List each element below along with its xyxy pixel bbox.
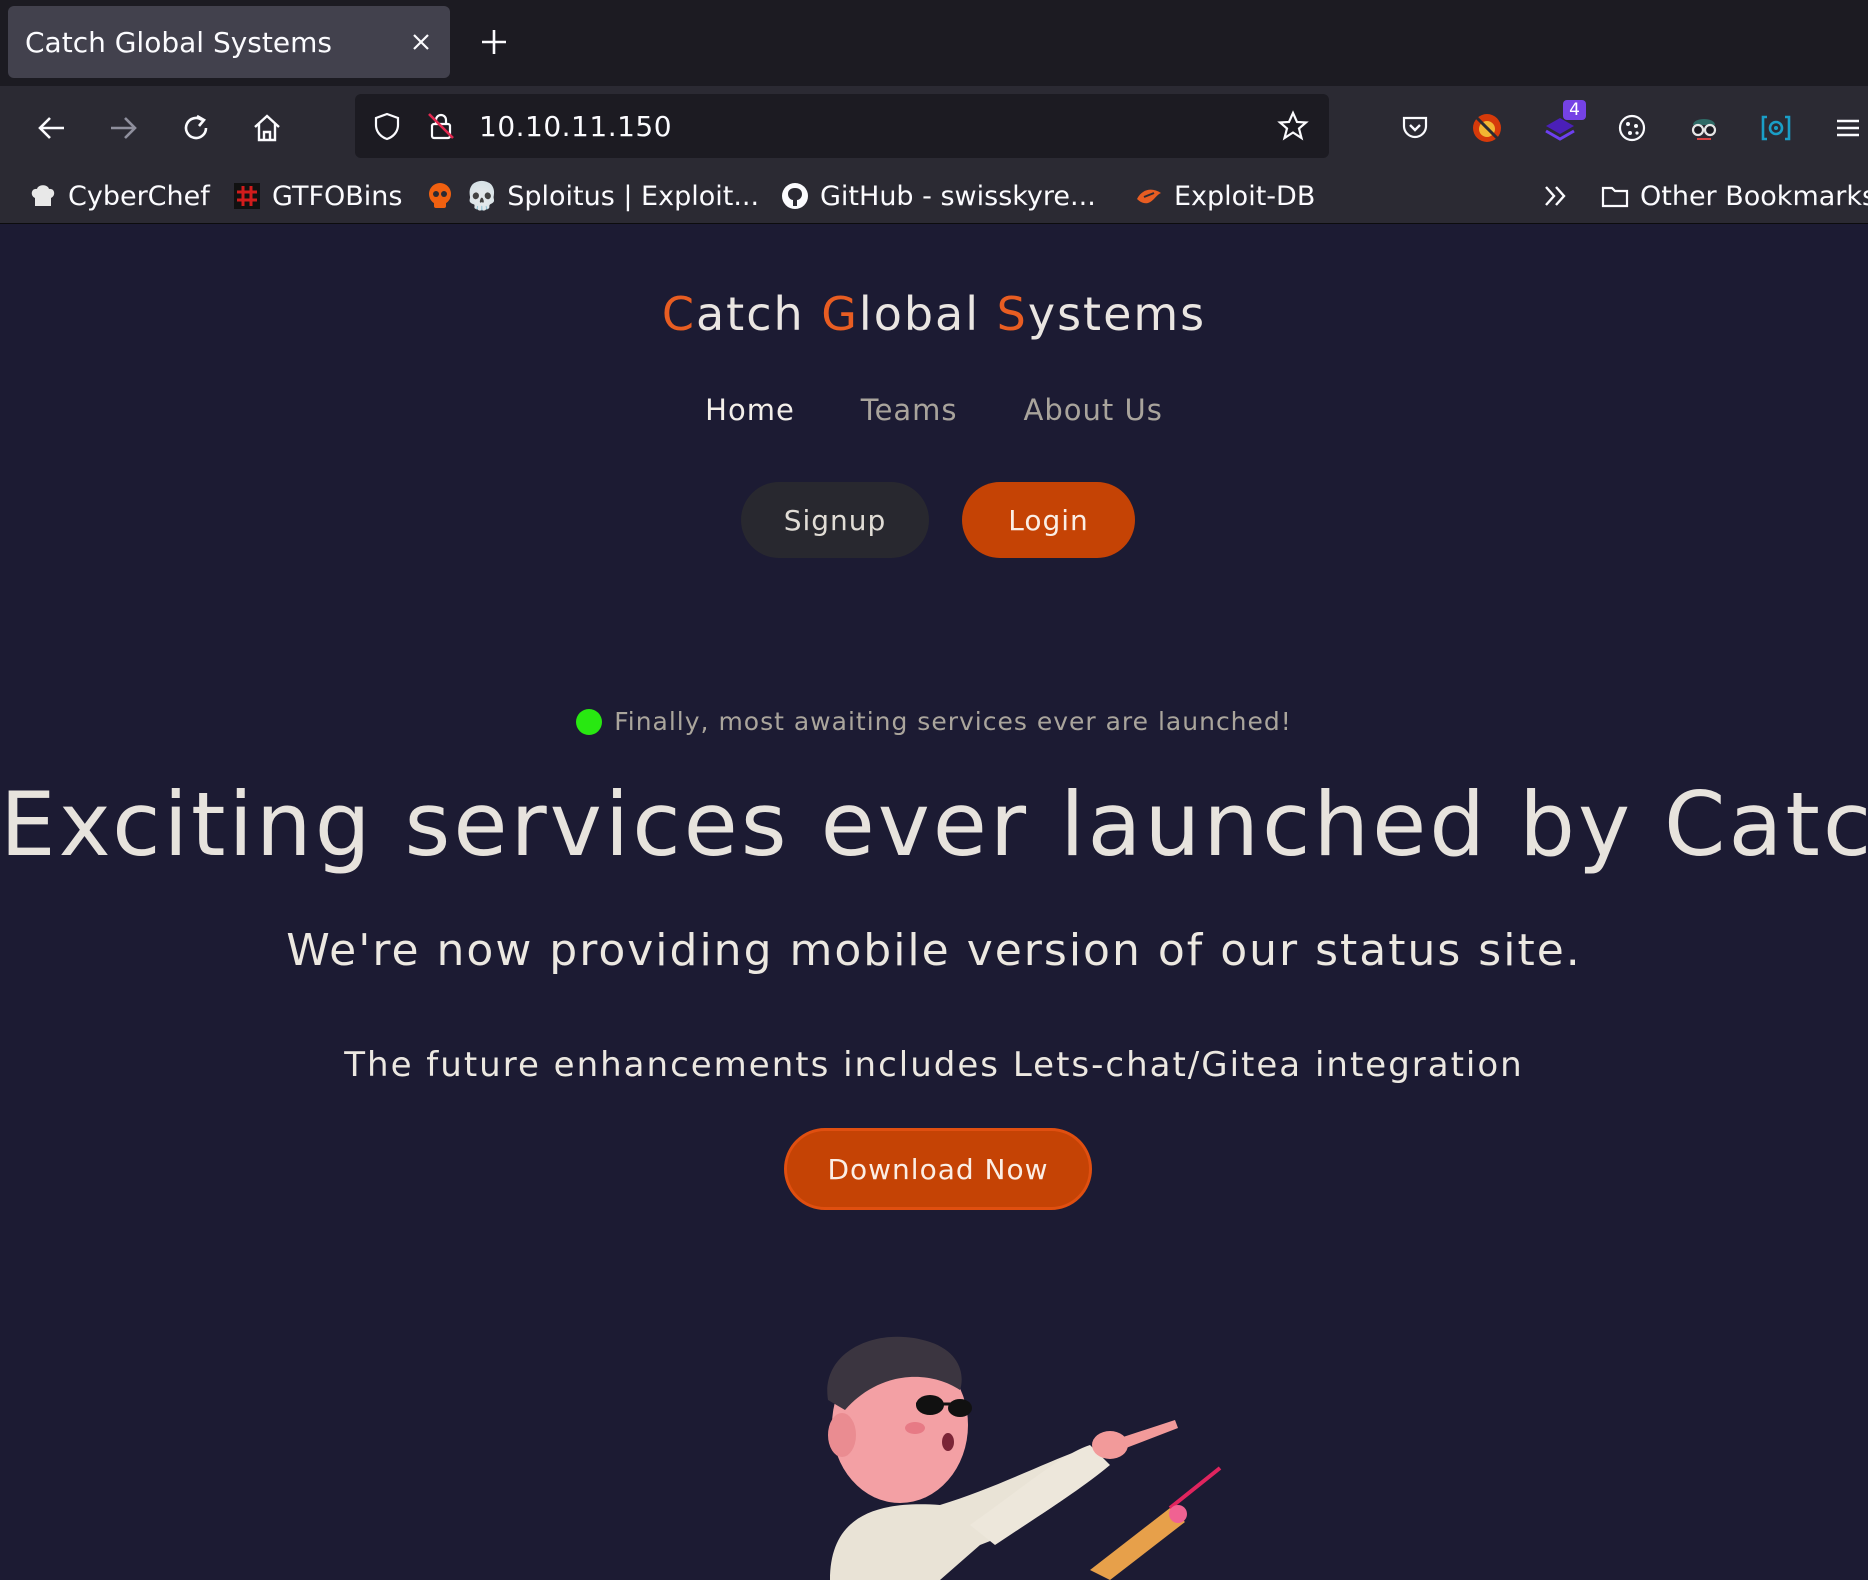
brand-word: lobal xyxy=(858,287,997,341)
pocket-icon[interactable] xyxy=(1391,104,1439,152)
bookmark-label: GTFOBins xyxy=(272,180,403,212)
navigation-toolbar: 10.10.11.150 4 xyxy=(0,86,1868,168)
hero-enhancements: The future enhancements includes Lets-ch… xyxy=(344,1045,1524,1085)
character-illustration xyxy=(827,1336,1222,1580)
new-tab-icon[interactable] xyxy=(474,22,514,62)
bookmarks-toolbar: CyberChef GTFOBins 💀 Sploitus | Exploit.… xyxy=(0,168,1868,224)
app-menu-icon[interactable] xyxy=(1824,104,1868,152)
skull-icon xyxy=(425,181,455,211)
wappalyzer-icon[interactable] xyxy=(1752,104,1800,152)
bookmark-sploitus[interactable]: 💀 Sploitus | Exploit... xyxy=(425,176,759,216)
tab-title: Catch Global Systems xyxy=(25,26,332,59)
reload-icon[interactable] xyxy=(172,104,220,152)
tracking-shield-icon[interactable] xyxy=(365,104,409,148)
status-dot xyxy=(576,708,603,735)
extension-stack-icon[interactable]: 4 xyxy=(1536,100,1586,152)
brand-word: atch xyxy=(695,287,822,341)
nav-about-us[interactable]: About Us xyxy=(1024,393,1163,427)
bookmark-gtfobins[interactable]: GTFOBins xyxy=(232,176,402,216)
cookie-icon[interactable] xyxy=(1608,104,1656,152)
bookmark-label: Exploit-DB xyxy=(1174,180,1316,212)
extension-badge: 4 xyxy=(1563,100,1586,120)
hero-title: Exciting services ever launched by Catch… xyxy=(0,773,1868,876)
gtfobins-icon xyxy=(232,181,262,211)
signup-button[interactable]: Signup xyxy=(741,482,929,558)
login-button[interactable]: Login xyxy=(962,482,1135,558)
hero-subtitle: We're now providing mobile version of ou… xyxy=(286,925,1582,976)
spy-glasses-icon[interactable] xyxy=(1680,104,1728,152)
forward-icon[interactable] xyxy=(99,104,147,152)
github-icon xyxy=(780,181,810,211)
bookmark-exploitdb[interactable]: Exploit-DB xyxy=(1134,176,1315,216)
exploitdb-icon xyxy=(1134,181,1164,211)
ublock-icon[interactable] xyxy=(1463,104,1511,152)
site-brand[interactable]: Catch Global Systems xyxy=(0,287,1868,341)
bookmark-github[interactable]: GitHub - swisskyre... xyxy=(780,176,1096,216)
other-bookmarks-label: Other Bookmarks xyxy=(1640,180,1868,212)
back-icon[interactable] xyxy=(28,104,76,152)
active-tab[interactable]: Catch Global Systems xyxy=(8,6,450,78)
download-now-button[interactable]: Download Now xyxy=(784,1128,1092,1210)
other-bookmarks[interactable]: Other Bookmarks xyxy=(1600,176,1868,216)
folder-icon xyxy=(1600,181,1630,211)
home-icon[interactable] xyxy=(243,104,291,152)
bookmark-star-icon[interactable] xyxy=(1271,104,1315,148)
site-nav: Home Teams About Us xyxy=(0,393,1868,427)
chef-hat-icon xyxy=(28,181,58,211)
insecure-lock-icon[interactable] xyxy=(419,104,463,148)
bookmark-label: GitHub - swisskyre... xyxy=(820,180,1096,212)
bookmark-label: CyberChef xyxy=(68,180,210,212)
tab-strip: Catch Global Systems xyxy=(0,0,1868,86)
brand-initial: S xyxy=(996,287,1028,341)
nav-teams[interactable]: Teams xyxy=(861,393,958,427)
launch-status: Finally, most awaiting services ever are… xyxy=(0,707,1868,736)
status-text: Finally, most awaiting services ever are… xyxy=(614,707,1292,736)
address-bar[interactable]: 10.10.11.150 xyxy=(355,94,1329,158)
url-text[interactable]: 10.10.11.150 xyxy=(479,110,672,143)
bookmarks-overflow-icon[interactable] xyxy=(1541,176,1571,216)
close-tab-icon[interactable] xyxy=(402,23,440,61)
bookmark-label: 💀 Sploitus | Exploit... xyxy=(465,181,760,212)
web-page: Catch Global Systems Home Teams About Us… xyxy=(0,225,1868,1580)
brand-word: ystems xyxy=(1027,287,1207,341)
nav-home[interactable]: Home xyxy=(705,393,795,427)
brand-initial: C xyxy=(661,287,696,341)
bookmark-cyberchef[interactable]: CyberChef xyxy=(28,176,210,216)
brand-initial: G xyxy=(821,287,859,341)
